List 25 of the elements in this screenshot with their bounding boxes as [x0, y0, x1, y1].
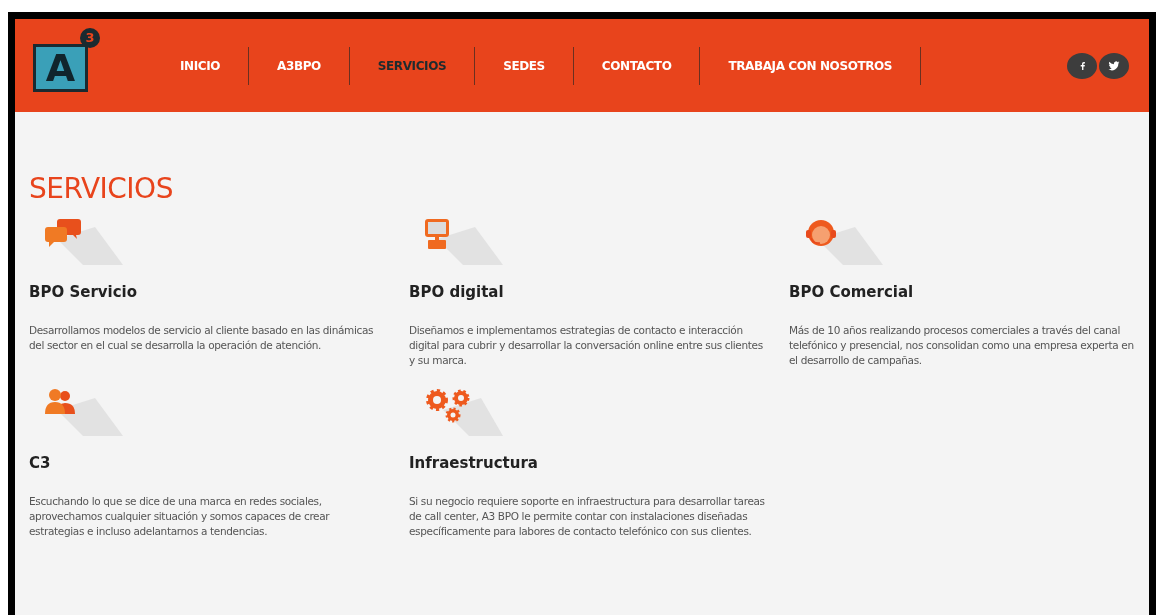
- nav-link[interactable]: CONTACTO: [573, 58, 700, 73]
- twitter-icon[interactable]: [1099, 52, 1129, 79]
- people-icon: [43, 388, 123, 438]
- nav-link[interactable]: SEDES: [475, 58, 573, 73]
- nav-link[interactable]: INICIO: [152, 58, 249, 73]
- computer-icon: [423, 217, 503, 267]
- service-title: BPO digital: [409, 283, 505, 301]
- gears-icon: [423, 388, 503, 438]
- nav-link[interactable]: A3BPO: [249, 58, 349, 73]
- logo[interactable]: A: [33, 43, 88, 92]
- service-description: Si su negocio requiere soporte en infraestructura para desarrollar tareas de call center, A3 BPO le permite contar con instalaciones diseñadas específicamente para labores de contacto telefónico con sus clientes.: [409, 494, 765, 539]
- service-title: BPO Servicio: [29, 283, 139, 301]
- service-description: Escuchando lo que se dice de una marca en redes sociales, aprovechamos cualquier situación y somos capaces de crear estrategias e incluso adelantarnos a tendencias.: [29, 494, 331, 539]
- service-title: Infraestructura: [409, 454, 539, 472]
- service-description: Diseñamos e implementamos estrategias de contacto e interacción digital para cubrir y desarrollar la conversación online entre sus clientes y su marca.: [409, 323, 764, 368]
- chat-bubbles-icon: [43, 217, 123, 267]
- service-description: Desarrollamos modelos de servicio al cliente basado en las dinámicas del sector en el cual se desarrolla la operación de atención.: [29, 323, 375, 353]
- service-title: C3: [29, 454, 52, 472]
- page-heading: SERVICIOS: [29, 172, 174, 205]
- headset-icon: [803, 217, 883, 267]
- nav-link[interactable]: SERVICIOS: [349, 58, 475, 73]
- logo-badge: 3: [80, 27, 100, 48]
- service-title: BPO Comercial: [789, 283, 915, 301]
- service-description: Más de 10 años realizando procesos comerciales a través del canal telefónico y presencial, nos consolidan como una empresa experta en el desarrollo de campañas.: [789, 323, 1135, 368]
- nav-link[interactable]: TRABAJA CON NOSOTROS: [700, 58, 921, 73]
